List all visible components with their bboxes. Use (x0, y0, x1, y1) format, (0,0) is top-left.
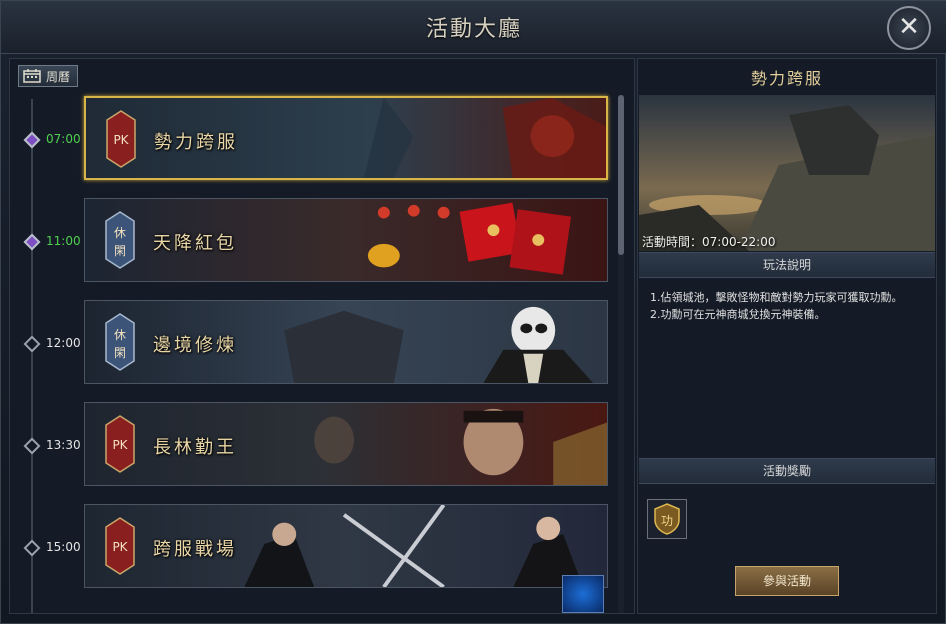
pk-badge-icon: PK (105, 517, 135, 575)
join-activity-button[interactable]: 參與活動 (735, 566, 839, 596)
time-node: 13:30 (18, 436, 90, 458)
svg-text:功: 功 (661, 514, 673, 528)
event-card[interactable]: PK 跨服戰場 (84, 504, 608, 588)
close-icon: ✕ (898, 12, 920, 42)
pk-badge-icon: PK (105, 415, 135, 473)
rules-header: 玩法說明 (639, 252, 935, 278)
event-name: 邊境修煉 (153, 335, 237, 356)
time-node: 11:00 (18, 232, 90, 254)
diamond-marker-icon (23, 539, 41, 557)
scroll-thumb[interactable] (618, 95, 624, 255)
event-preview-image (639, 95, 935, 251)
event-list-panel: 周曆 07:00 11:00 12:00 13:30 15:00 PK 勢力跨服… (9, 58, 635, 614)
time-label: 15:00 (46, 540, 81, 554)
rule-line: 2.功勳可在元神商城兌換元神裝備。 (650, 308, 826, 321)
event-list-scrollbar[interactable] (618, 95, 624, 613)
detail-title: 勢力跨服 (750, 69, 823, 88)
badge-text: PK (113, 133, 129, 147)
reward-merit-icon[interactable]: 功 (647, 499, 687, 539)
time-label: 13:30 (46, 438, 81, 452)
close-button[interactable]: ✕ (887, 6, 931, 50)
time-label: 11:00 (46, 234, 81, 248)
diamond-marker-icon (23, 437, 41, 455)
event-time: 活動時間：07:00-22:00 (642, 235, 776, 249)
badge-text: PK (112, 438, 128, 452)
title-bar: 活動大廳 ✕ (1, 1, 946, 54)
leisure-badge-icon: 休 閑 (105, 211, 135, 269)
timeline-line (31, 99, 33, 613)
svg-text:閑: 閑 (114, 244, 126, 258)
blue-skill-icon[interactable] (562, 575, 604, 613)
event-card[interactable]: PK 長林勤王 (84, 402, 608, 486)
rewards-header: 活動獎勵 (639, 458, 935, 484)
time-node: 12:00 (18, 334, 90, 356)
diamond-marker-icon (23, 233, 41, 251)
event-name: 長林勤王 (153, 437, 237, 458)
event-name: 勢力跨服 (154, 132, 238, 153)
svg-text:休: 休 (114, 328, 126, 342)
weekly-calendar-label: 周曆 (46, 70, 71, 84)
time-node: 15:00 (18, 538, 90, 560)
event-card[interactable]: 休 閑 邊境修煉 (84, 300, 608, 384)
shield-icon: 功 (654, 503, 680, 535)
leisure-badge-icon: 休 閑 (105, 313, 135, 371)
rule-line: 1.佔領城池，擊敗怪物和敵對勢力玩家可獲取功勳。 (650, 291, 903, 304)
event-detail-panel: 勢力跨服 活動時間：07:00-22:00 玩法說明 1.佔領城池，擊敗怪物和敵… (637, 58, 937, 614)
event-name: 跨服戰場 (153, 539, 237, 560)
event-card[interactable]: PK 勢力跨服 (84, 96, 608, 180)
svg-text:閑: 閑 (114, 346, 126, 360)
calendar-icon (23, 69, 41, 83)
window-title: 活動大廳 (425, 17, 522, 42)
event-name: 天降紅包 (153, 233, 237, 254)
weekly-calendar-button[interactable]: 周曆 (18, 65, 78, 87)
rules-text: 1.佔領城池，擊敗怪物和敵對勢力玩家可獲取功勳。 2.功勳可在元神商城兌換元神裝… (650, 289, 930, 323)
time-label: 07:00 (46, 132, 81, 146)
time-node: 07:00 (18, 130, 90, 152)
event-card[interactable]: 休 閑 天降紅包 (84, 198, 608, 282)
time-label: 12:00 (46, 336, 81, 350)
diamond-marker-icon (23, 335, 41, 353)
badge-text: PK (112, 540, 128, 554)
pk-badge-icon: PK (106, 110, 136, 168)
svg-text:休: 休 (114, 226, 126, 240)
diamond-marker-icon (23, 131, 41, 149)
activity-hall-window: 活動大廳 ✕ 周曆 07:00 11:00 12:00 13:30 15:00 … (0, 0, 946, 624)
